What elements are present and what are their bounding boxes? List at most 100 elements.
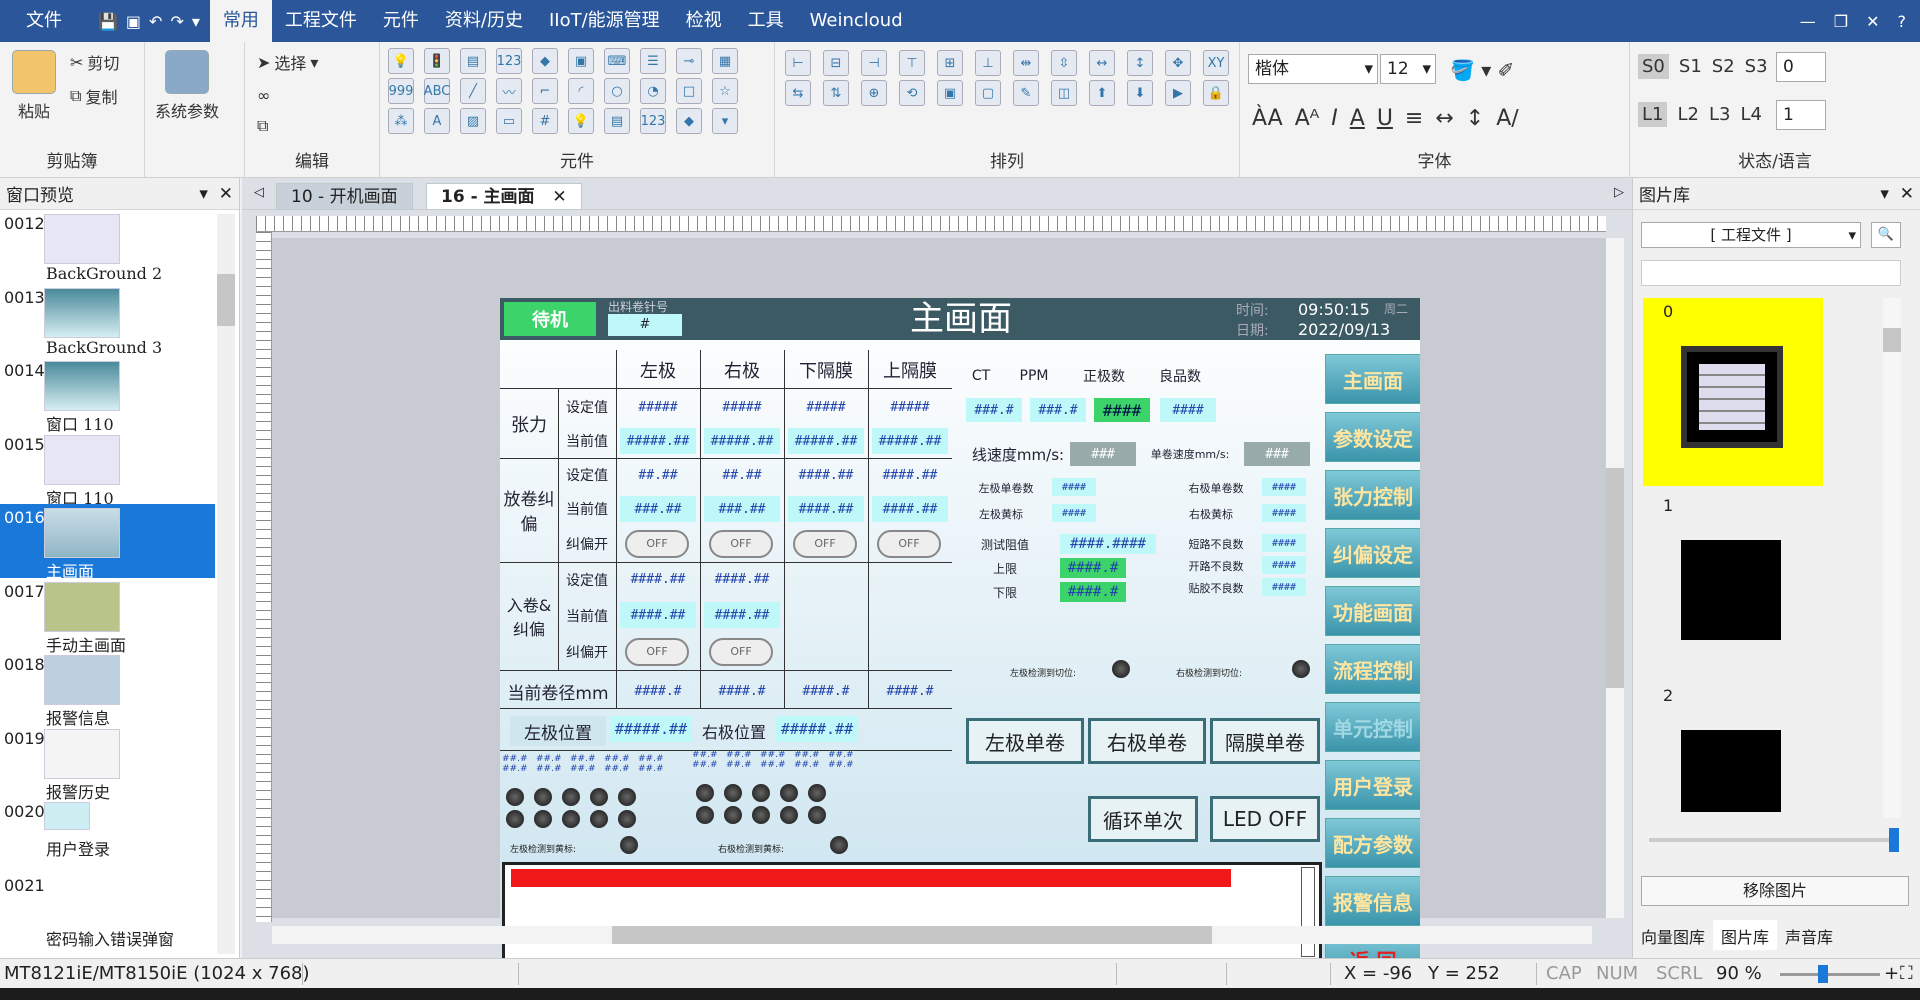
list-item[interactable]: 0020 用户登录: [0, 798, 215, 872]
paint-bucket-icon[interactable]: 🪣 ▾ ✐: [1450, 58, 1514, 82]
xy-icon[interactable]: XY: [1203, 50, 1229, 76]
menu-tab-data-history[interactable]: 资料/历史: [432, 0, 536, 42]
unwind-set-left[interactable]: ##.##: [620, 462, 696, 488]
keyboard-icon[interactable]: ⌨: [604, 48, 630, 74]
correct-toggle-upper[interactable]: OFF: [877, 530, 941, 558]
state-s3[interactable]: S3: [1745, 56, 1768, 77]
nav-function[interactable]: 功能画面: [1325, 586, 1420, 636]
gallery-scrollbar[interactable]: [1883, 298, 1901, 818]
nav-alarm[interactable]: 报警信息: [1325, 876, 1420, 926]
canvas-hscrollbar[interactable]: [272, 926, 1592, 944]
status-indicator[interactable]: 待机: [504, 302, 596, 336]
group-icon[interactable]: ▣: [937, 80, 963, 106]
center-icon[interactable]: ⊕: [861, 80, 887, 106]
tab-boot-screen[interactable]: 10 - 开机画面: [276, 183, 413, 210]
grid-icon[interactable]: #: [532, 108, 558, 134]
spacing-icon[interactable]: ↔: [1435, 106, 1453, 131]
underline-icon[interactable]: U: [1377, 106, 1393, 131]
bit-switch-icon[interactable]: ▤: [460, 48, 486, 74]
line-spacing-icon[interactable]: ↕: [1466, 106, 1484, 131]
tension-set-left[interactable]: #####: [620, 394, 696, 420]
list-item[interactable]: 0019 报警历史: [0, 725, 215, 802]
list-item[interactable]: 0014 窗口 110: [0, 357, 215, 434]
rewind-toggle-left[interactable]: OFF: [625, 638, 689, 666]
state-s1[interactable]: S1: [1679, 56, 1702, 77]
pie-icon[interactable]: ◔: [640, 78, 666, 104]
search-button[interactable]: 🔍: [1871, 222, 1901, 248]
list-item[interactable]: 0013 BackGround 3: [0, 284, 215, 358]
correct-toggle-lower[interactable]: OFF: [793, 530, 857, 558]
font-grow-icon[interactable]: ÀA: [1252, 106, 1283, 131]
chevron-down-icon[interactable]: ▾: [199, 184, 208, 204]
send-back-icon[interactable]: ⬇: [1127, 80, 1153, 106]
save-icon[interactable]: 💾: [98, 12, 118, 31]
numeric-icon[interactable]: 123: [496, 48, 522, 74]
duplicate-button[interactable]: ⧉: [257, 116, 268, 136]
chevron-down-icon[interactable]: ▾: [1880, 184, 1889, 204]
align-right-icon[interactable]: ⊣: [861, 50, 887, 76]
polyline-icon[interactable]: 〰: [496, 78, 522, 104]
table-icon[interactable]: ▦: [712, 48, 738, 74]
slider-thumb[interactable]: [1889, 828, 1899, 852]
rewind-set-left[interactable]: ####.##: [620, 566, 696, 592]
close-icon[interactable]: ✕: [1866, 12, 1879, 31]
bulb-icon[interactable]: 💡: [388, 48, 414, 74]
paste-button[interactable]: 粘贴: [12, 50, 56, 122]
arc-icon[interactable]: ◜: [568, 78, 594, 104]
list-item[interactable]: 0012 BackGround 2: [0, 210, 215, 284]
align-left-icon[interactable]: ⊢: [785, 50, 811, 76]
menu-tab-weincloud[interactable]: Weincloud: [797, 0, 916, 42]
font-shrink-icon[interactable]: Aᴬ: [1295, 106, 1320, 131]
pin-icon[interactable]: ✎: [1013, 80, 1039, 106]
library-select[interactable]: [ 工程文件 ] ▾: [1641, 222, 1861, 248]
tab-vector-library[interactable]: 向量图库: [1633, 920, 1713, 950]
italic-icon[interactable]: I: [1331, 106, 1338, 131]
same-height-icon[interactable]: ↕: [1127, 50, 1153, 76]
connector-icon[interactable]: ⌐: [532, 78, 558, 104]
lang-l1[interactable]: L1: [1638, 102, 1668, 127]
close-icon[interactable]: ✕: [552, 187, 566, 207]
state-s0[interactable]: S0: [1638, 54, 1669, 79]
rewind-toggle-right[interactable]: OFF: [709, 638, 773, 666]
upper-limit-value[interactable]: ####.#: [1060, 558, 1126, 578]
library-filter[interactable]: [1641, 260, 1901, 286]
menu-tab-home[interactable]: 常用: [209, 0, 272, 42]
lock-icon[interactable]: 🔒: [1203, 80, 1229, 106]
help-icon[interactable]: ?: [1898, 12, 1907, 31]
left-single-button[interactable]: 左极单卷: [966, 718, 1084, 764]
move-icon[interactable]: ✥: [1165, 50, 1191, 76]
scroll-thumb[interactable]: [1606, 468, 1624, 688]
nav-main[interactable]: 主画面: [1325, 354, 1420, 404]
list-icon[interactable]: ☰: [640, 48, 666, 74]
tab-sound-library[interactable]: 声音库: [1777, 920, 1841, 950]
frame-icon[interactable]: ▭: [496, 108, 522, 134]
more-icon[interactable]: ▾: [712, 108, 738, 134]
font-color-icon[interactable]: A: [1350, 106, 1365, 131]
tension-set-upper[interactable]: #####: [872, 394, 948, 420]
roll-value-field[interactable]: #: [608, 314, 682, 336]
scatter-icon[interactable]: ⁂: [388, 108, 414, 134]
align-top-icon[interactable]: ⊤: [899, 50, 925, 76]
system-params-button[interactable]: 系统参数: [155, 50, 219, 122]
picture-item[interactable]: 1: [1643, 492, 1823, 680]
circle-icon[interactable]: ○: [604, 78, 630, 104]
picture-icon[interactable]: ▨: [460, 108, 486, 134]
picture-item[interactable]: 0: [1643, 298, 1823, 486]
menu-tab-iiot[interactable]: IIoT/能源管理: [536, 0, 673, 42]
ascii-icon[interactable]: ABC: [424, 78, 450, 104]
menu-file[interactable]: 文件: [0, 0, 88, 42]
state-s2[interactable]: S2: [1712, 56, 1735, 77]
lamp-icon[interactable]: 💡: [568, 108, 594, 134]
nav-correction[interactable]: 纠偏设定: [1325, 528, 1420, 578]
order-icon[interactable]: ▶: [1165, 80, 1191, 106]
window-icon[interactable]: ▣: [126, 12, 141, 31]
scroll-thumb[interactable]: [612, 926, 1212, 944]
star-icon[interactable]: ☆: [712, 78, 738, 104]
flip-v-icon[interactable]: ⇅: [823, 80, 849, 106]
select-button[interactable]: ➤ 选择 ▾: [257, 50, 318, 74]
fit-icon[interactable]: ⛶: [1900, 963, 1913, 984]
text-effect-icon[interactable]: A∕: [1496, 106, 1518, 131]
lang-l2[interactable]: L2: [1677, 104, 1698, 125]
menu-tab-objects[interactable]: 元件: [370, 0, 432, 42]
undo-icon[interactable]: ↶: [149, 12, 162, 31]
